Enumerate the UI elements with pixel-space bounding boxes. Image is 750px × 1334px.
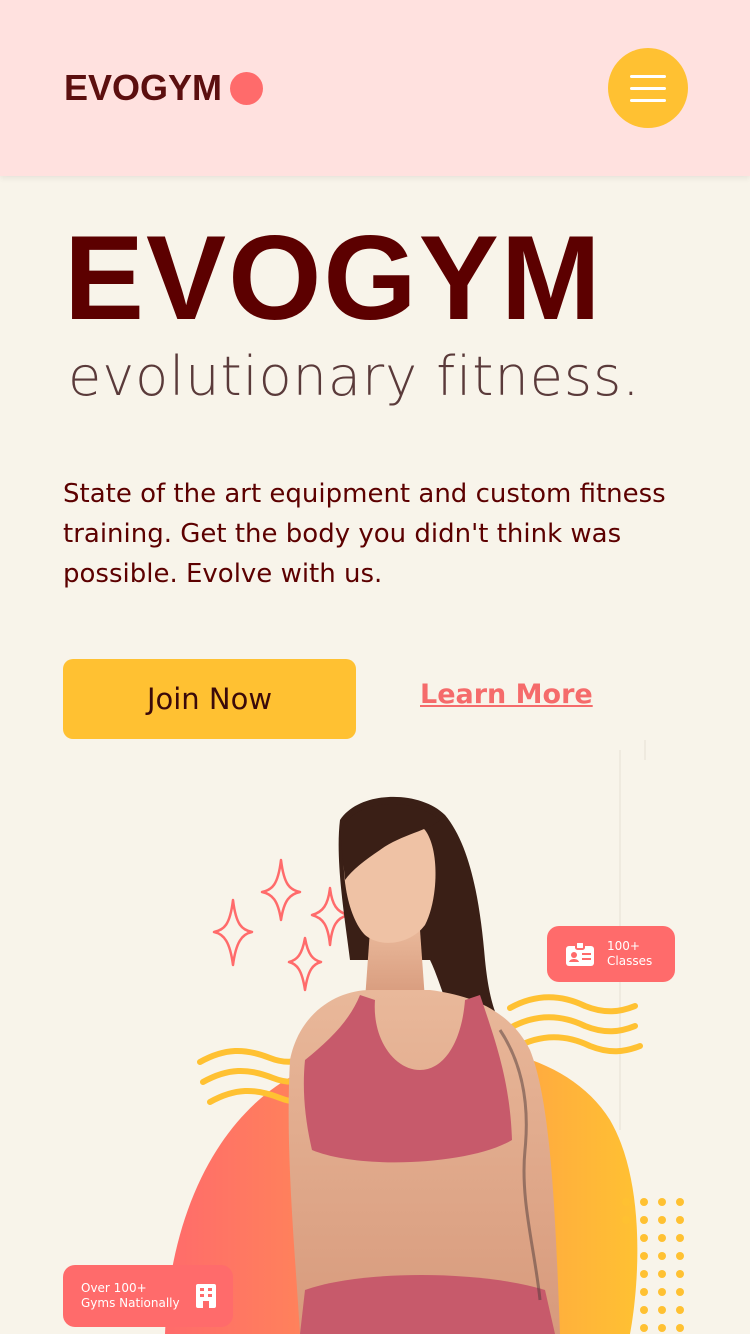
classes-badge: 100+ Classes <box>547 926 675 982</box>
hero-title: EVOGYM <box>64 211 603 345</box>
gyms-badge-line2: Gyms Nationally <box>81 1296 180 1310</box>
hero-illustration <box>165 740 684 1334</box>
hamburger-icon-bar <box>630 98 666 102</box>
building-icon <box>195 1284 216 1308</box>
hero-description: State of the art equipment and custom fi… <box>63 479 666 589</box>
classes-badge-line2: Classes <box>607 954 653 968</box>
gyms-badge-text: Over 100+ Gyms Nationally <box>81 1281 180 1311</box>
classes-badge-text: 100+ Classes <box>607 939 652 969</box>
navbar: EVOGYM <box>0 0 750 176</box>
sparkle-icons <box>212 858 350 992</box>
woman-figure <box>288 796 560 1334</box>
classes-badge-line1: 100+ <box>607 939 640 953</box>
logo-dot <box>230 71 264 105</box>
gyms-badge-line1: Over 100+ <box>81 1281 147 1295</box>
logo-text: EVOGYM <box>64 67 223 108</box>
join-now-button[interactable]: Join Now <box>63 659 356 739</box>
logo[interactable]: EVOGYM <box>64 67 264 108</box>
hero-subtitle: evolutionary fitness. <box>68 345 641 408</box>
id-card-icon <box>566 941 594 966</box>
hamburger-icon <box>630 74 666 78</box>
learn-more-link[interactable]: Learn More <box>420 679 593 710</box>
gyms-badge: Over 100+ Gyms Nationally <box>63 1265 233 1327</box>
hamburger-icon-bar <box>630 86 666 90</box>
menu-button[interactable] <box>608 48 688 128</box>
